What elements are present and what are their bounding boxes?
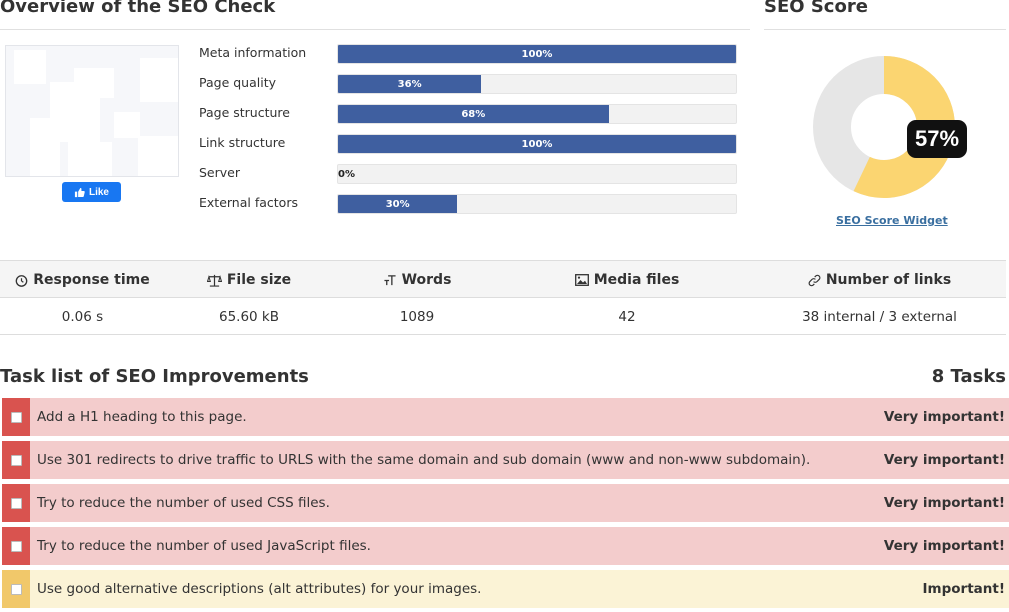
task-text: Try to reduce the number of used CSS fil… bbox=[37, 495, 330, 511]
seo-score-widget-link[interactable]: SEO Score Widget bbox=[836, 214, 948, 227]
metric-label: Page quality bbox=[199, 75, 276, 90]
divider bbox=[764, 29, 1006, 30]
metric-row: Meta information 100% bbox=[199, 43, 744, 65]
task-priority-marker bbox=[2, 527, 30, 565]
metric-value: 68% bbox=[461, 108, 486, 120]
page-thumbnail bbox=[5, 45, 179, 177]
metric-row: Page quality 36% bbox=[199, 73, 744, 95]
scale-icon bbox=[206, 274, 222, 287]
task-text: Use good alternative descriptions (alt a… bbox=[37, 581, 482, 597]
thumbs-up-icon bbox=[74, 187, 85, 198]
metric-row: External factors 30% bbox=[199, 193, 744, 215]
stats-value-response-time: 0.06 s bbox=[61, 308, 104, 325]
metric-progress-bar: 0% bbox=[337, 164, 737, 184]
task-priority-marker bbox=[2, 398, 30, 436]
metric-label: Page structure bbox=[199, 105, 290, 120]
stats-header-label: Words bbox=[401, 272, 452, 288]
divider bbox=[0, 29, 750, 30]
task-priority-label: Very important! bbox=[883, 495, 1005, 511]
task-priority-label: Very important! bbox=[883, 452, 1005, 468]
task-priority-label: Very important! bbox=[883, 409, 1005, 425]
task-count: 8 Tasks bbox=[931, 366, 1006, 387]
task-checkbox[interactable] bbox=[10, 411, 22, 423]
seo-score-value: 57% bbox=[907, 120, 967, 158]
overview-title: Overview of the SEO Check bbox=[0, 0, 276, 17]
metric-row: Page structure 68% bbox=[199, 103, 744, 125]
metric-label: Server bbox=[199, 165, 240, 180]
task-text: Use 301 redirects to drive traffic to UR… bbox=[37, 452, 811, 468]
stats-header-file-size: File size bbox=[165, 261, 333, 299]
task-priority-marker bbox=[2, 484, 30, 522]
task-priority-label: Important! bbox=[922, 581, 1005, 597]
stats-value-file-size: 65.60 kB bbox=[218, 308, 280, 325]
text-size-icon bbox=[383, 274, 397, 287]
seo-score-title: SEO Score bbox=[764, 0, 868, 17]
metric-value: 36% bbox=[397, 78, 422, 90]
stats-header-row: Response time File size Words Media file… bbox=[0, 260, 1006, 298]
metric-progress-bar: 36% bbox=[337, 74, 737, 94]
task-item: Try to reduce the number of used JavaScr… bbox=[2, 527, 1009, 565]
facebook-like-button[interactable]: Like bbox=[62, 182, 121, 202]
metric-progress-bar: 68% bbox=[337, 104, 737, 124]
stats-header-media-files: Media files bbox=[501, 261, 753, 299]
metric-value: 100% bbox=[521, 138, 553, 150]
stats-header-words: Words bbox=[333, 261, 501, 299]
stats-value-media-files: 42 bbox=[618, 308, 636, 325]
metric-progress-bar: 100% bbox=[337, 44, 737, 64]
stats-header-label: Response time bbox=[33, 272, 150, 288]
stats-header-response-time: Response time bbox=[0, 261, 165, 299]
link-icon bbox=[808, 274, 821, 287]
stats-header-label: Number of links bbox=[825, 272, 952, 288]
metric-value: 100% bbox=[521, 48, 553, 60]
metric-label: External factors bbox=[199, 195, 298, 210]
stats-header-label: Media files bbox=[593, 272, 680, 288]
task-item: Add a H1 heading to this page. Very impo… bbox=[2, 398, 1009, 436]
stats-value-words: 1089 bbox=[399, 308, 435, 325]
image-icon bbox=[574, 274, 589, 286]
task-text: Try to reduce the number of used JavaScr… bbox=[37, 538, 371, 554]
stopwatch-icon bbox=[15, 274, 28, 287]
metric-row: Link structure 100% bbox=[199, 133, 744, 155]
task-checkbox[interactable] bbox=[10, 454, 22, 466]
task-priority-marker bbox=[2, 570, 30, 608]
task-item: Use 301 redirects to drive traffic to UR… bbox=[2, 441, 1009, 479]
metric-label: Link structure bbox=[199, 135, 286, 150]
task-priority-label: Very important! bbox=[883, 538, 1005, 554]
metric-label: Meta information bbox=[199, 45, 307, 60]
stats-value-row: 0.06 s 65.60 kB 1089 42 38 internal / 3 … bbox=[0, 298, 1006, 335]
task-checkbox[interactable] bbox=[10, 497, 22, 509]
task-checkbox[interactable] bbox=[10, 540, 22, 552]
metric-value: 30% bbox=[385, 198, 410, 210]
task-text: Add a H1 heading to this page. bbox=[37, 409, 247, 425]
metric-progress-bar: 100% bbox=[337, 134, 737, 154]
stats-header-links: Number of links bbox=[753, 261, 1006, 299]
task-priority-marker bbox=[2, 441, 30, 479]
page-stats-table: Response time File size Words Media file… bbox=[0, 260, 1006, 335]
stats-header-label: File size bbox=[226, 272, 292, 288]
stats-value-links: 38 internal / 3 external bbox=[802, 308, 957, 325]
task-item: Use good alternative descriptions (alt a… bbox=[2, 570, 1009, 608]
metric-row: Server 0% bbox=[199, 163, 744, 185]
metric-progress-bar: 30% bbox=[337, 194, 737, 214]
task-checkbox[interactable] bbox=[10, 583, 22, 595]
task-item: Try to reduce the number of used CSS fil… bbox=[2, 484, 1009, 522]
like-label: Like bbox=[88, 186, 109, 198]
metric-value: 0% bbox=[338, 168, 355, 180]
task-list-title: Task list of SEO Improvements bbox=[0, 366, 309, 387]
